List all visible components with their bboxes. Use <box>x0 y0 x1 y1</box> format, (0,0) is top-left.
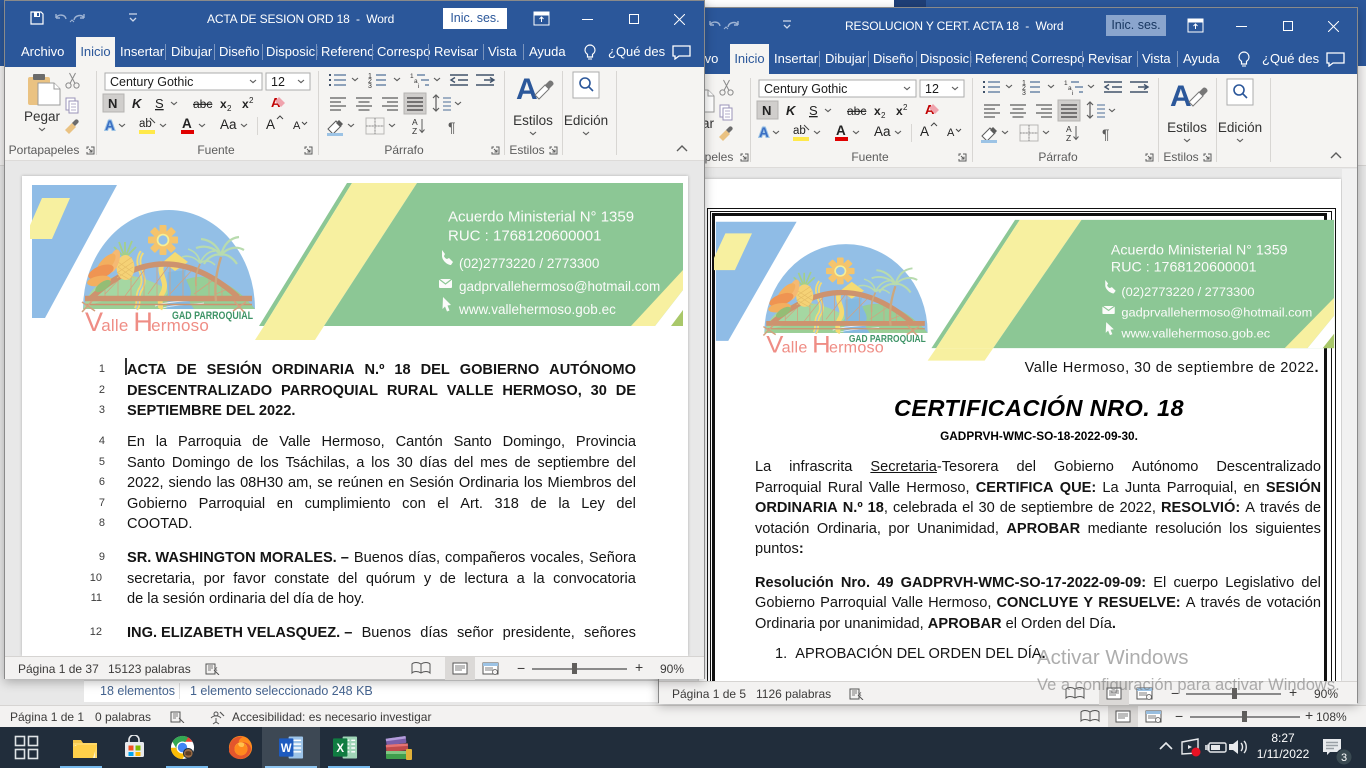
svg-text:W: W <box>281 743 292 755</box>
svg-text:X: X <box>336 743 344 755</box>
svg-text:x: x <box>858 691 862 698</box>
svg-text:3: 3 <box>1341 752 1347 764</box>
svg-text:x: x <box>214 666 218 673</box>
